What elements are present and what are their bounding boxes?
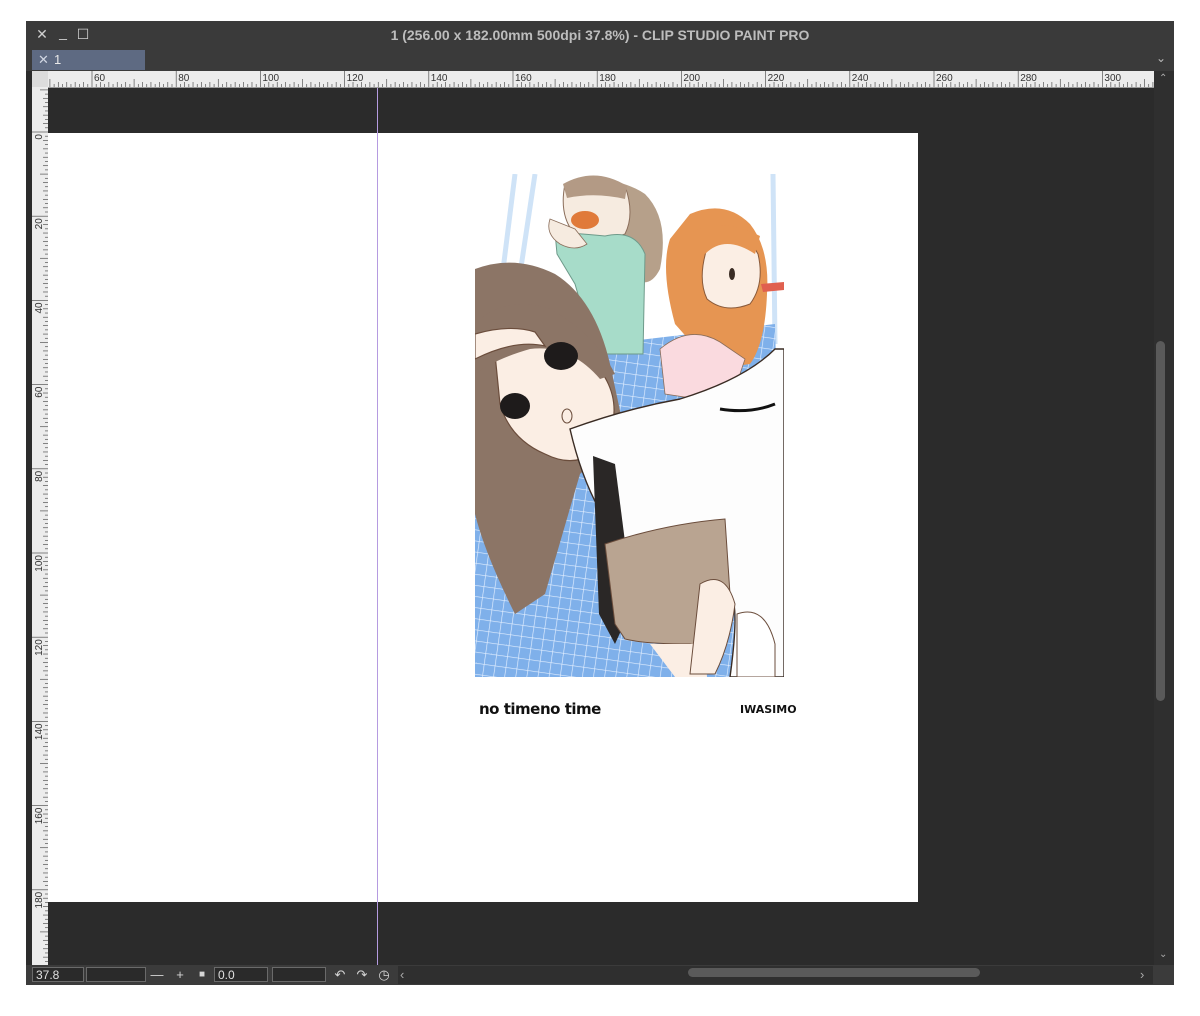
- rotation-field[interactable]: 0.0: [214, 967, 268, 982]
- tab-bar: ✕ 1 ⌄: [26, 49, 1174, 71]
- ruler-label: 260: [936, 73, 953, 84]
- vertical-ruler: 0 20 40 60 80 100 120 140 160 180: [32, 87, 49, 965]
- zoom-in-button[interactable]: +: [172, 966, 188, 984]
- ruler-label: 80: [178, 73, 190, 84]
- scroll-down-icon[interactable]: ⌄: [1159, 949, 1167, 960]
- scroll-up-icon[interactable]: ⌃: [1159, 73, 1167, 84]
- ruler-label: 180: [34, 891, 45, 908]
- ruler-label: 0: [34, 134, 45, 140]
- author-credit: IWASIMO: [740, 703, 797, 716]
- rotate-left-button[interactable]: ↶: [332, 966, 348, 984]
- ruler-label: 200: [683, 73, 700, 84]
- ruler-label: 40: [34, 302, 45, 314]
- window-title: 1 (256.00 x 182.00mm 500dpi 37.8%) - CLI…: [390, 27, 810, 43]
- ruler-label: 120: [34, 639, 45, 656]
- ruler-label: 80: [34, 470, 45, 482]
- reset-rotation-button[interactable]: ◷: [376, 966, 392, 984]
- ruler-label: 60: [94, 73, 106, 84]
- zoom-out-button[interactable]: —: [149, 966, 165, 984]
- scroll-right-icon[interactable]: ›: [1140, 967, 1144, 982]
- canvas-area[interactable]: no time no time IWASIMO: [48, 88, 1154, 965]
- zoom-field[interactable]: 37.8: [32, 967, 84, 982]
- ruler-label: 220: [768, 73, 785, 84]
- caption-left: no time: [479, 700, 540, 718]
- ruler-label: 160: [34, 807, 45, 824]
- horizontal-ruler: 60 80 100 120 140 160 180 200 220 240 260 280 300: [48, 71, 1154, 88]
- illustration: [475, 174, 784, 677]
- ruler-label: 140: [431, 73, 448, 84]
- ruler-label: 60: [34, 386, 45, 398]
- rotation-slider[interactable]: [272, 967, 326, 982]
- vertical-scroll-thumb[interactable]: [1156, 341, 1165, 701]
- ruler-label: 140: [34, 723, 45, 740]
- caption-right: no time: [540, 700, 601, 718]
- horizontal-ruler-ticks: 60 80 100 120 140 160 180 200 220 240 260 280 300: [49, 71, 1154, 87]
- ruler-label: 160: [515, 73, 532, 84]
- vertical-ruler-ticks: 0 20 40 60 80 100 120 140 160 180: [32, 89, 48, 962]
- ruler-label: 300: [1104, 73, 1121, 84]
- document-tab-label: 1: [54, 52, 62, 67]
- ruler-label: 20: [34, 218, 45, 230]
- tab-overflow-chevron-icon[interactable]: ⌄: [1156, 51, 1166, 65]
- ruler-label: 100: [262, 73, 279, 84]
- ruler-corner: [32, 71, 48, 87]
- rotate-right-button[interactable]: ↷: [354, 966, 370, 984]
- ruler-label: 240: [852, 73, 869, 84]
- document-tab[interactable]: ✕ 1: [32, 50, 145, 70]
- ruler-label: 180: [599, 73, 616, 84]
- ruler-label: 120: [347, 73, 364, 84]
- fit-to-window-button[interactable]: ■: [194, 966, 210, 984]
- close-tab-icon[interactable]: ✕: [38, 50, 49, 70]
- title-bar: ✕ _ ☐ 1 (256.00 x 182.00mm 500dpi 37.8%)…: [26, 21, 1174, 49]
- ruler-label: 280: [1020, 73, 1037, 84]
- status-bar: 37.8 — + ■ 0.0 ↶ ↷ ◷ ‹ ›: [26, 965, 1174, 985]
- horizontal-scroll-thumb[interactable]: [688, 968, 980, 977]
- guide-line[interactable]: [377, 88, 378, 965]
- zoom-slider[interactable]: [86, 967, 146, 982]
- ruler-label: 100: [34, 555, 45, 572]
- app-window: ✕ _ ☐ 1 (256.00 x 182.00mm 500dpi 37.8%)…: [26, 21, 1174, 985]
- scroll-left-icon[interactable]: ‹: [400, 967, 404, 982]
